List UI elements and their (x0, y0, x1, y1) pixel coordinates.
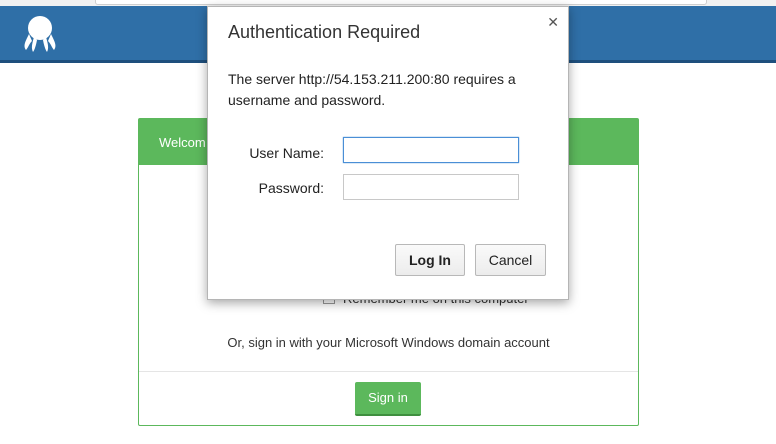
password-label: Password: (258, 180, 324, 196)
authentication-dialog: Authentication Required ✕ The server htt… (207, 6, 569, 300)
panel-divider (139, 371, 638, 372)
username-label: User Name: (249, 145, 324, 161)
cancel-button[interactable]: Cancel (475, 244, 546, 276)
password-field[interactable] (343, 174, 519, 200)
log-in-button[interactable]: Log In (395, 244, 465, 276)
panel-heading-text: Welcom (159, 135, 206, 150)
address-bar[interactable] (95, 0, 707, 5)
dialog-title: Authentication Required (228, 22, 421, 42)
octopus-logo-icon[interactable] (22, 14, 58, 54)
username-field[interactable] (343, 137, 519, 163)
dialog-message: The server http://54.153.211.200:80 requ… (228, 71, 516, 108)
sign-in-button[interactable]: Sign in (355, 382, 421, 416)
windows-signin-text[interactable]: Or, sign in with your Microsoft Windows … (139, 335, 638, 350)
close-icon[interactable]: ✕ (547, 14, 559, 31)
